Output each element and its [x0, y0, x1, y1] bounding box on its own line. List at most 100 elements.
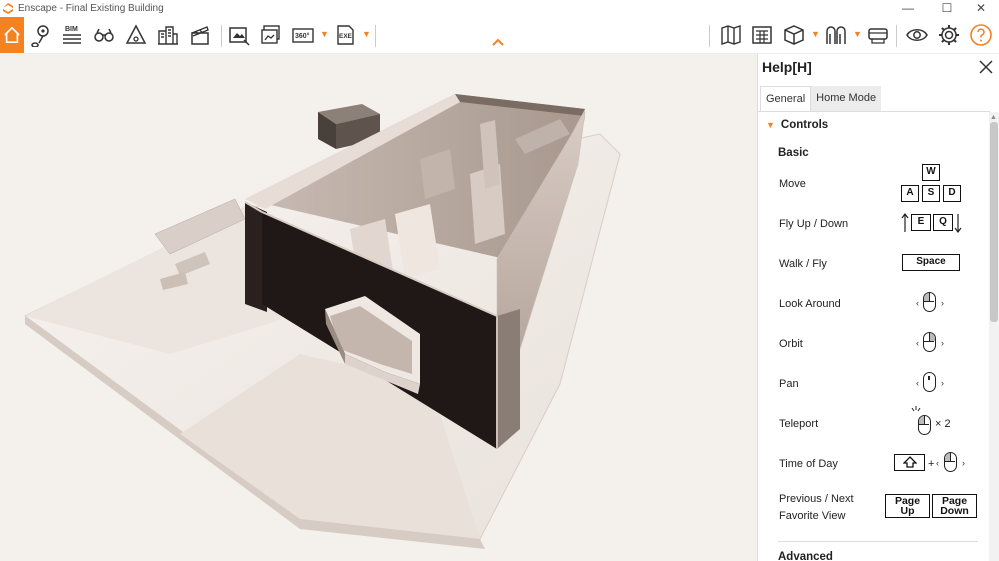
controls-section-label: Controls	[780, 119, 829, 131]
panorama-dropdown-chevron-icon[interactable]: ▼	[320, 29, 329, 39]
home-button[interactable]	[0, 17, 24, 53]
tab-home-mode[interactable]: Home Mode	[811, 86, 882, 112]
batch-render-icon	[261, 25, 280, 44]
key-d: D	[943, 185, 961, 202]
tab-divider	[758, 111, 990, 112]
site-context-button[interactable]	[716, 19, 746, 51]
binoculars-icon	[94, 28, 114, 42]
buildings-icon	[158, 26, 178, 45]
close-help-icon[interactable]	[977, 58, 995, 76]
key-e: E	[911, 214, 931, 231]
walk-fly-label: Walk / Fly	[779, 258, 827, 270]
chevron-right-icon: ›	[941, 298, 944, 308]
views-button[interactable]	[89, 19, 119, 51]
key-page-up: Page Up	[885, 494, 930, 518]
mouse-wheel-icon	[944, 452, 957, 472]
controls-section-header[interactable]: ▼ Controls	[766, 119, 828, 131]
cube-icon	[784, 25, 804, 45]
map-icon	[721, 25, 741, 45]
section-divider	[778, 541, 978, 542]
arrow-down-icon	[954, 214, 962, 233]
arches-icon	[826, 26, 846, 44]
batch-render-button[interactable]	[256, 19, 286, 51]
window-title: Enscape - Final Existing Building	[18, 2, 164, 14]
panorama-360-icon: 360°	[292, 28, 314, 43]
vr-headset-icon	[868, 28, 888, 44]
key-w: W	[922, 164, 940, 181]
collapse-toolbar-chevron-icon[interactable]	[490, 36, 506, 48]
key-page-down-line2: Down	[940, 505, 969, 517]
export-dropdown-chevron-icon[interactable]: ▼	[362, 29, 371, 39]
pan-label: Pan	[779, 378, 799, 390]
mouse-double-click-icon	[918, 415, 931, 435]
toolbar-divider	[896, 25, 897, 47]
export-exe-button[interactable]: EXE	[331, 19, 361, 51]
panorama-button[interactable]: 360°	[288, 19, 318, 51]
vr-headset-button[interactable]	[863, 19, 893, 51]
scrollbar-thumb[interactable]	[990, 122, 998, 322]
orbit-label: Orbit	[779, 338, 803, 350]
enscape-logo-icon	[3, 3, 13, 14]
close-window-button[interactable]: ✕	[961, 0, 999, 16]
basic-subsection-title: Basic	[778, 147, 809, 159]
plus-label: +	[928, 458, 935, 470]
minimize-button[interactable]: —	[888, 0, 928, 16]
teleport-label: Teleport	[779, 418, 819, 430]
help-button[interactable]	[966, 19, 996, 51]
mouse-left-button-icon	[923, 292, 936, 312]
building-render	[0, 54, 757, 561]
exe-export-icon: EXE	[337, 25, 354, 45]
visual-settings-button[interactable]	[821, 19, 851, 51]
material-editor-button[interactable]	[779, 19, 809, 51]
move-label: Move	[779, 178, 806, 190]
help-panel: Help[H] General Home Mode ▲ ▼ Controls Ba…	[757, 54, 999, 561]
shift-arrow-icon	[901, 456, 918, 468]
previous-next-label: Previous / Next	[779, 493, 854, 505]
chevron-right-icon: ›	[962, 458, 965, 468]
exe-icon-label: EXE	[339, 33, 353, 40]
tab-general[interactable]: General	[760, 86, 812, 112]
key-page-down: Page Down	[932, 494, 977, 518]
video-editor-button[interactable]	[185, 19, 215, 51]
panorama-icon-label: 360°	[295, 32, 310, 40]
fly-up-down-label: Fly Up / Down	[779, 218, 849, 230]
gear-icon	[939, 25, 959, 45]
help-scrollbar[interactable]: ▲	[989, 112, 999, 561]
help-question-icon	[970, 24, 992, 46]
chevron-left-icon: ‹	[916, 378, 919, 388]
clapperboard-icon	[191, 26, 209, 45]
key-page-up-line2: Up	[900, 505, 915, 517]
bim-icon-label: BIM	[65, 26, 78, 33]
key-a: A	[901, 185, 919, 202]
toolbar-divider	[709, 25, 710, 47]
collapse-triangle-icon: ▼	[766, 120, 775, 130]
set-location-button[interactable]	[26, 19, 56, 51]
screenshot-button[interactable]	[224, 19, 254, 51]
view-mode-button[interactable]	[902, 19, 932, 51]
eye-icon	[906, 29, 928, 41]
mouse-wheel-icon	[923, 372, 936, 392]
chevron-left-icon: ‹	[916, 338, 919, 348]
times-two-label: × 2	[935, 418, 951, 430]
settings-button[interactable]	[934, 19, 964, 51]
toolbar-divider	[221, 25, 222, 47]
visual-settings-dropdown-chevron-icon[interactable]: ▼	[853, 29, 862, 39]
3d-viewport[interactable]	[0, 54, 757, 561]
help-panel-title: Help[H]	[762, 59, 812, 75]
chevron-right-icon: ›	[941, 338, 944, 348]
material-dropdown-chevron-icon[interactable]: ▼	[811, 29, 820, 39]
bim-mode-button[interactable]: BIM	[57, 19, 87, 51]
chevron-right-icon: ›	[941, 378, 944, 388]
atmosphere-button[interactable]	[747, 19, 777, 51]
favorite-view-label: Favorite View	[779, 510, 846, 522]
scroll-up-icon[interactable]: ▲	[990, 114, 997, 121]
advanced-subsection-title: Advanced	[778, 551, 833, 561]
arrow-up-icon	[901, 213, 909, 232]
toolbar-divider	[375, 25, 376, 47]
asset-library-button[interactable]	[153, 19, 183, 51]
look-around-label: Look Around	[779, 298, 841, 310]
click-burst-icon	[911, 406, 921, 412]
help-tabs: General Home Mode	[760, 86, 882, 112]
light-view-button[interactable]	[121, 19, 151, 51]
time-of-day-label: Time of Day	[779, 458, 838, 470]
